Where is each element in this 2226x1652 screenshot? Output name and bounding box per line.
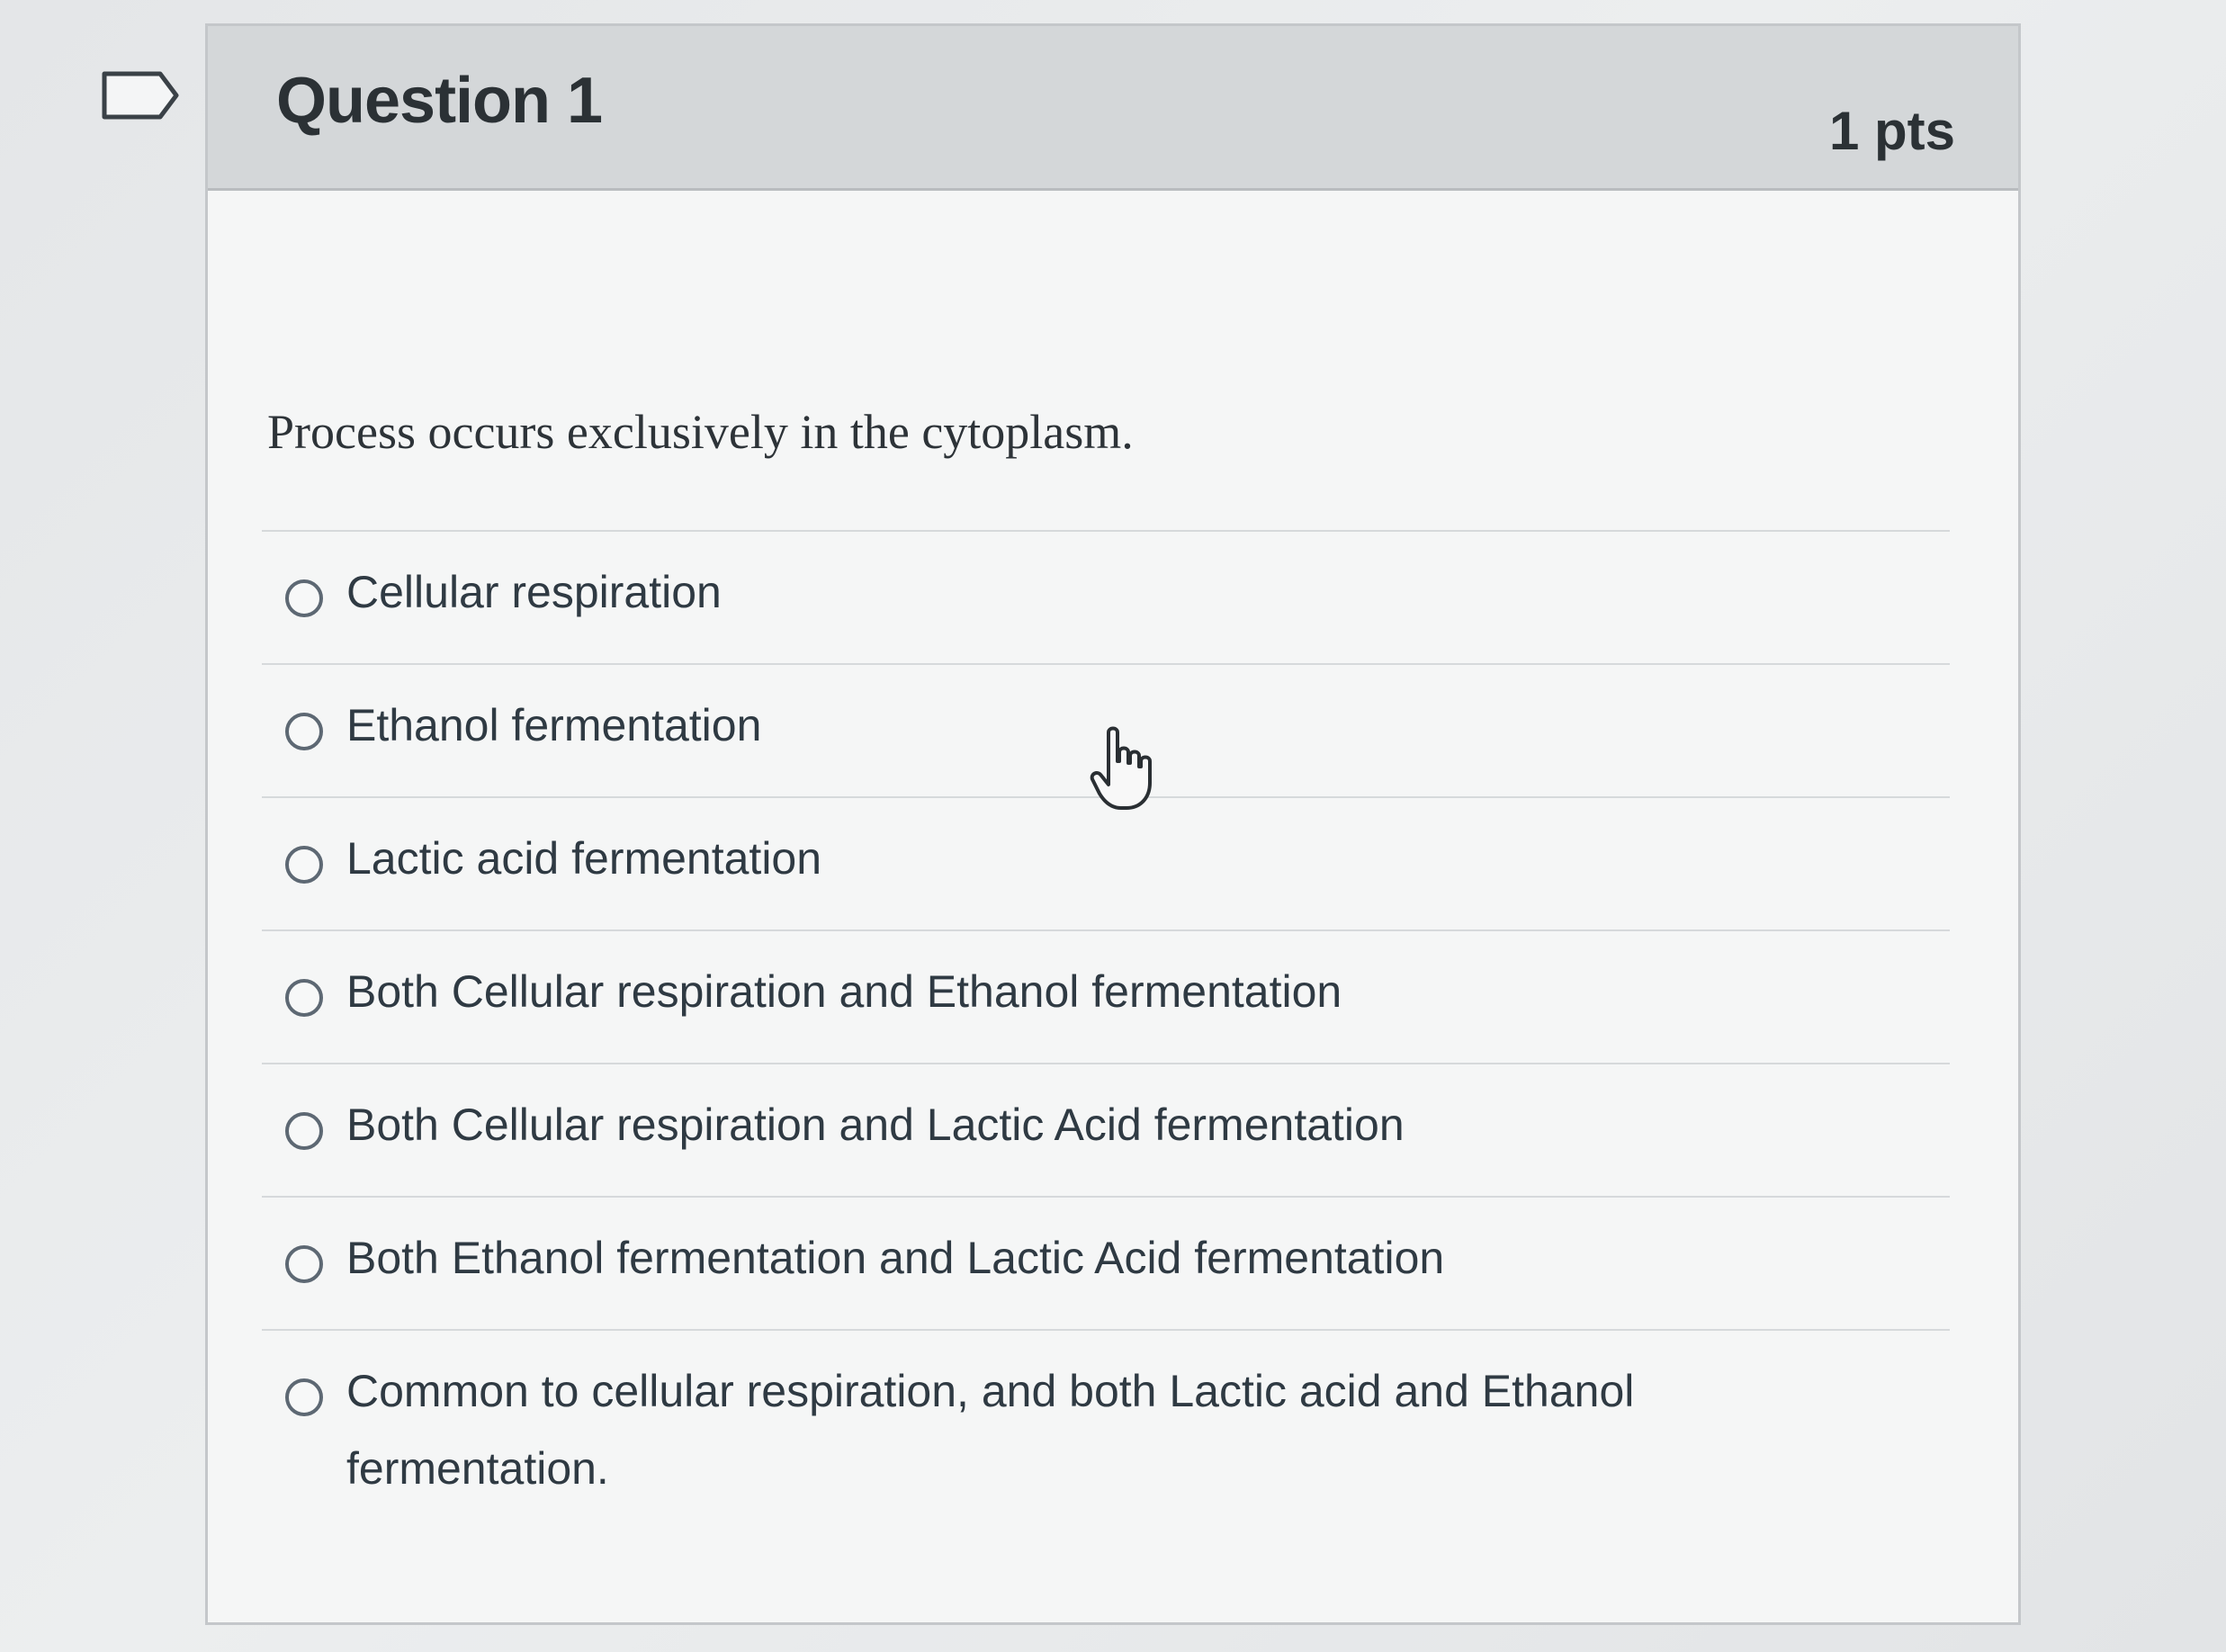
radio-button[interactable] — [285, 979, 323, 1017]
answer-option-common-to-all[interactable]: Common to cellular respiration, and both… — [262, 1329, 1950, 1536]
answer-label[interactable]: Lactic acid fermentation — [346, 820, 1750, 897]
answer-list: Cellular respiration Ethanol fermentatio… — [262, 530, 1950, 1536]
answer-label[interactable]: Ethanol fermentation — [346, 687, 1750, 764]
hand-pointer-icon — [1089, 725, 1157, 812]
question-title: Question 1 — [276, 65, 603, 137]
answer-label[interactable]: Common to cellular respiration, and both… — [346, 1352, 1750, 1507]
answer-option-cellular-respiration[interactable]: Cellular respiration — [262, 530, 1950, 663]
radio-button[interactable] — [285, 1378, 323, 1416]
answer-label[interactable]: Both Ethanol fermentation and Lactic Aci… — [346, 1219, 1750, 1297]
question-header: Question 1 1 pts — [208, 26, 2018, 191]
answer-option-lactic-acid-fermentation[interactable]: Lactic acid fermentation — [262, 796, 1950, 929]
radio-button[interactable] — [285, 713, 323, 750]
answer-label[interactable]: Both Cellular respiration and Lactic Aci… — [346, 1086, 1750, 1163]
answer-option-both-cellular-lactic[interactable]: Both Cellular respiration and Lactic Aci… — [262, 1063, 1950, 1196]
answer-option-both-ethanol-lactic[interactable]: Both Ethanol fermentation and Lactic Aci… — [262, 1196, 1950, 1329]
radio-button[interactable] — [285, 846, 323, 884]
question-points: 1 pts — [1828, 101, 1955, 161]
radio-button[interactable] — [285, 1112, 323, 1150]
question-text: Process occurs exclusively in the cytopl… — [267, 405, 1134, 459]
flag-question-icon[interactable] — [101, 70, 180, 121]
question-card: Question 1 1 pts Process occurs exclusiv… — [205, 23, 2021, 1625]
answer-label[interactable]: Cellular respiration — [346, 553, 1750, 631]
answer-option-both-cellular-ethanol[interactable]: Both Cellular respiration and Ethanol fe… — [262, 929, 1950, 1063]
answer-label[interactable]: Both Cellular respiration and Ethanol fe… — [346, 953, 1750, 1030]
radio-button[interactable] — [285, 579, 323, 617]
radio-button[interactable] — [285, 1245, 323, 1283]
